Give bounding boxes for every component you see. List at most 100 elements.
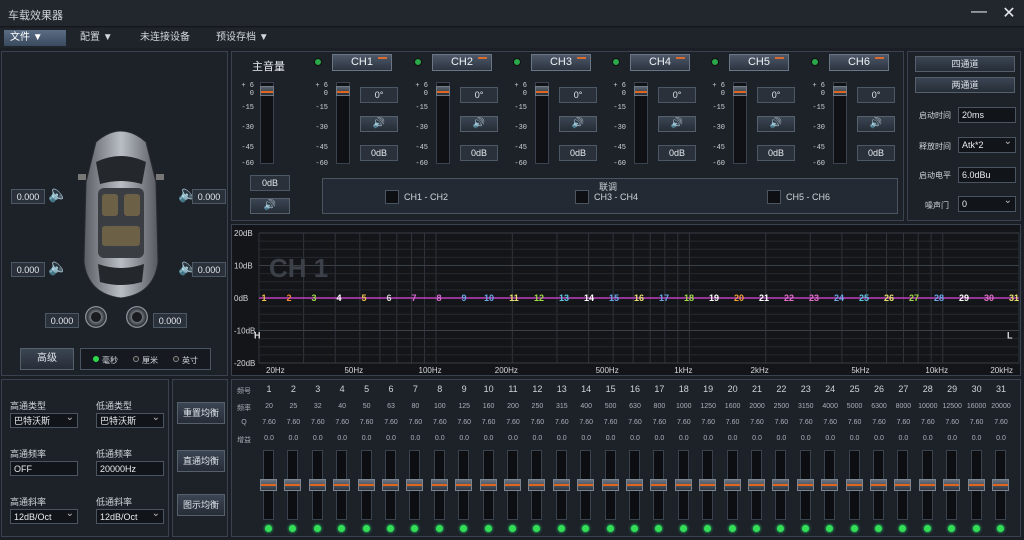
band-enable-led[interactable] [313, 525, 321, 532]
bypass-eq-button[interactable]: 直通均衡 [177, 450, 225, 472]
band-fader-knob[interactable] [455, 479, 473, 491]
channel-select-button[interactable]: CH1 [332, 54, 392, 71]
band-freq[interactable]: 200 [501, 403, 525, 410]
band-enable-led[interactable] [850, 525, 858, 532]
band-fader-knob[interactable] [260, 479, 277, 491]
band-gain[interactable]: 0.0 [599, 435, 623, 442]
band-gain[interactable]: 0.0 [623, 435, 647, 442]
reset-eq-button[interactable]: 重置均衡 [177, 402, 225, 424]
band-enable-led[interactable] [606, 525, 614, 532]
attack-time-input[interactable]: 20ms [958, 107, 1016, 123]
band-q[interactable]: 7.60 [574, 419, 598, 426]
band-q[interactable]: 7.60 [550, 419, 574, 426]
band-fader-knob[interactable] [650, 479, 668, 491]
band-q[interactable]: 7.60 [721, 419, 745, 426]
band-enable-led[interactable] [655, 525, 663, 532]
band-gain[interactable]: 0.0 [891, 435, 915, 442]
band-fader-track[interactable] [650, 450, 668, 520]
channel-phase-value[interactable]: 0° [757, 87, 795, 103]
band-fader-track[interactable] [406, 450, 424, 520]
band-enable-led[interactable] [948, 525, 956, 532]
band-fader-track[interactable] [455, 450, 473, 520]
band-enable-led[interactable] [362, 525, 370, 532]
band-q[interactable]: 7.60 [525, 419, 549, 426]
sub-right-woofer-icon[interactable] [126, 306, 148, 328]
band-fader-track[interactable] [918, 450, 936, 520]
band-q[interactable]: 7.60 [843, 419, 867, 426]
unit-cm-radio[interactable] [133, 356, 139, 362]
band-gain[interactable]: 0.0 [818, 435, 842, 442]
band-fader-knob[interactable] [333, 479, 351, 491]
band-gain[interactable]: 0.0 [257, 435, 281, 442]
band-fader-knob[interactable] [357, 479, 375, 491]
graphic-eq-button[interactable]: 图示均衡 [177, 494, 225, 516]
hp-slope-select[interactable]: 12dB/Oct [10, 507, 78, 524]
band-q[interactable]: 7.60 [501, 419, 525, 426]
band-fader-track[interactable] [333, 450, 351, 520]
hp-type-select[interactable]: 巴特沃斯 [10, 411, 78, 428]
menu-config[interactable]: 配置 ▼ [74, 30, 130, 46]
band-q[interactable]: 7.60 [330, 419, 354, 426]
band-fader-knob[interactable] [504, 479, 521, 491]
band-q[interactable]: 7.60 [403, 419, 427, 426]
band-enable-led[interactable] [777, 525, 785, 532]
threshold-input[interactable]: 6.0dBu [958, 167, 1016, 183]
unit-inch-radio[interactable] [173, 356, 179, 362]
band-freq[interactable]: 20000 [989, 403, 1013, 410]
band-q[interactable]: 7.60 [623, 419, 647, 426]
band-enable-led[interactable] [972, 525, 980, 532]
band-freq[interactable]: 630 [623, 403, 647, 410]
channel-mute-button[interactable]: 🔊 [658, 116, 696, 132]
channel-select-button[interactable]: CH4 [630, 54, 690, 71]
band-fader-knob[interactable] [894, 479, 912, 491]
channel-db-value[interactable]: 0dB [857, 145, 895, 161]
band-freq[interactable]: 400 [574, 403, 598, 410]
lp-slope-select[interactable]: 12dB/Oct [96, 507, 164, 524]
channel-fader-knob[interactable] [535, 86, 549, 96]
band-q[interactable]: 7.60 [257, 419, 281, 426]
band-fader-track[interactable] [504, 450, 521, 520]
channel-db-value[interactable]: 0dB [757, 145, 795, 161]
channel-db-value[interactable]: 0dB [460, 145, 498, 161]
band-fader-knob[interactable] [967, 479, 985, 491]
channel-mute-button[interactable]: 🔊 [757, 116, 795, 132]
channel-fader-track[interactable] [535, 82, 549, 164]
band-gain[interactable]: 0.0 [306, 435, 330, 442]
band-fader-knob[interactable] [723, 479, 741, 491]
band-q[interactable]: 7.60 [306, 419, 330, 426]
master-fader-track[interactable] [260, 82, 274, 164]
band-enable-led[interactable] [484, 525, 492, 532]
band-fader-knob[interactable] [845, 479, 863, 491]
band-enable-led[interactable] [997, 525, 1004, 532]
band-freq[interactable]: 2000 [745, 403, 769, 410]
band-fader-knob[interactable] [943, 479, 961, 491]
band-q[interactable]: 7.60 [989, 419, 1013, 426]
band-q[interactable]: 7.60 [916, 419, 940, 426]
band-fader-knob[interactable] [382, 479, 399, 491]
band-fader-track[interactable] [845, 450, 863, 520]
band-enable-led[interactable] [338, 525, 346, 532]
band-freq[interactable]: 1000 [672, 403, 696, 410]
lp-freq-input[interactable]: 20000Hz [96, 461, 164, 476]
band-fader-knob[interactable] [430, 479, 448, 491]
band-freq[interactable]: 2500 [769, 403, 793, 410]
band-gain[interactable]: 0.0 [379, 435, 403, 442]
release-time-select[interactable]: Atk*2 [958, 135, 1016, 153]
band-fader-track[interactable] [699, 450, 717, 520]
band-enable-led[interactable] [265, 525, 272, 532]
band-fader-knob[interactable] [406, 479, 424, 491]
band-q[interactable]: 7.60 [794, 419, 818, 426]
band-fader-knob[interactable] [284, 479, 302, 491]
menu-presets[interactable]: 预设存档 ▼ [210, 30, 280, 46]
band-gain[interactable]: 0.0 [355, 435, 379, 442]
band-gain[interactable]: 0.0 [989, 435, 1013, 442]
band-enable-led[interactable] [753, 525, 760, 532]
channel-fader-track[interactable] [733, 82, 747, 164]
band-q[interactable]: 7.60 [599, 419, 623, 426]
band-q[interactable]: 7.60 [379, 419, 403, 426]
band-q[interactable]: 7.60 [891, 419, 915, 426]
band-freq[interactable]: 32 [306, 403, 330, 410]
channel-fader-track[interactable] [634, 82, 648, 164]
band-freq[interactable]: 40 [330, 403, 354, 410]
band-fader-track[interactable] [821, 450, 839, 520]
